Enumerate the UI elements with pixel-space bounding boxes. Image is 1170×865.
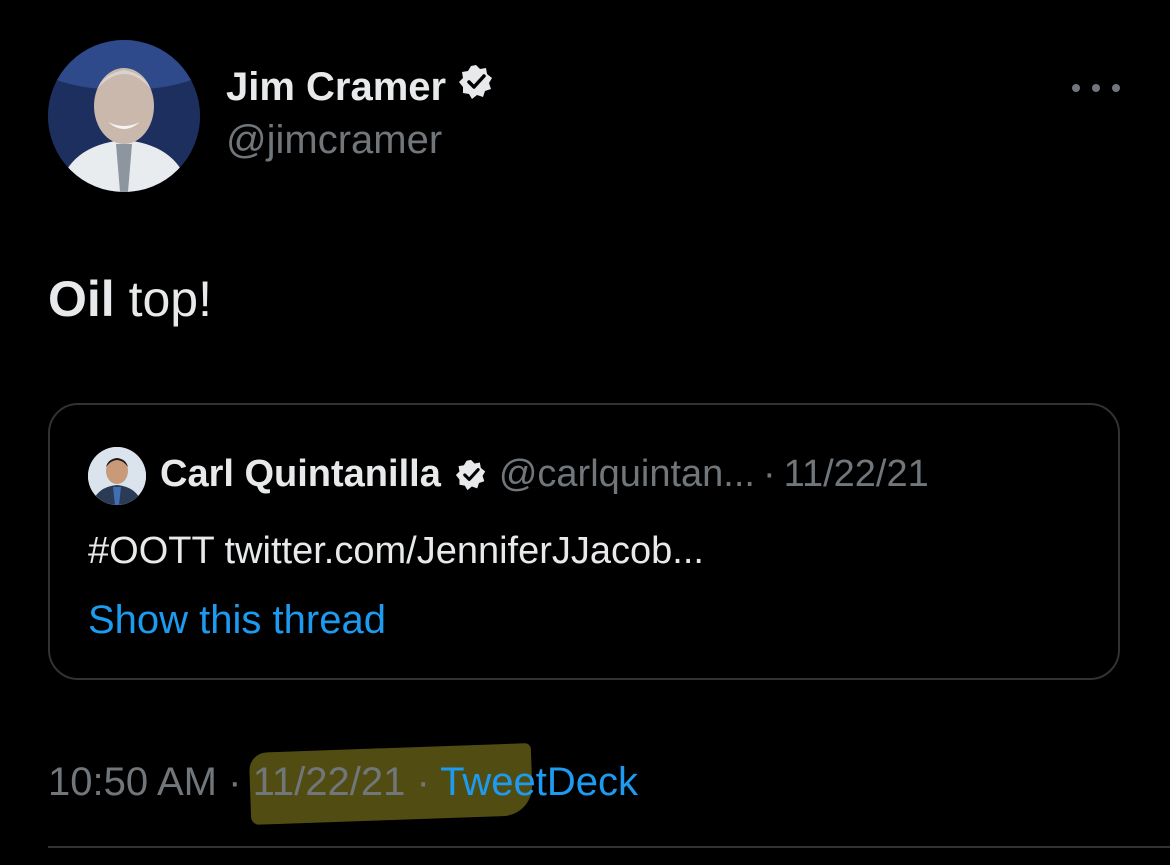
quoted-author-avatar[interactable] (88, 447, 146, 505)
quoted-author-handle[interactable]: @carlquintan... (499, 453, 755, 496)
author-name[interactable]: Jim Cramer (226, 64, 494, 110)
quoted-tweet-text[interactable]: #OOTT twitter.com/JenniferJJacob... (88, 530, 704, 573)
tweet-text-bold: Oil (48, 271, 115, 327)
quoted-tweet-card[interactable]: Carl Quintanilla @carlquintan... · 11/22… (48, 403, 1120, 680)
author-avatar[interactable] (48, 40, 200, 192)
more-dot (1112, 84, 1120, 92)
author-name-text[interactable]: Jim Cramer (226, 65, 446, 110)
divider (48, 846, 1170, 848)
quoted-date[interactable]: 11/22/21 (784, 453, 929, 496)
quoted-author-name[interactable]: Carl Quintanilla (160, 453, 441, 496)
tweet-metadata: 10:50 AM · 11/22/21 · TweetDeck (48, 760, 638, 805)
verified-badge-icon (458, 64, 494, 110)
quoted-tweet-header: Carl Quintanilla @carlquintan... · 11/22… (160, 453, 929, 496)
tweet-text-rest: top! (114, 271, 212, 327)
tweet-date[interactable]: 11/22/21 (253, 760, 406, 804)
show-this-thread-link[interactable]: Show this thread (88, 598, 386, 643)
verified-badge-icon (455, 459, 487, 491)
more-options-icon[interactable] (1072, 80, 1120, 96)
author-handle[interactable]: @jimcramer (226, 118, 442, 163)
quoted-separator: · (762, 453, 776, 495)
tweet-text: Oil top! (48, 270, 212, 328)
meta-separator: · (228, 760, 242, 804)
more-dot (1092, 84, 1100, 92)
tweet-time[interactable]: 10:50 AM (48, 760, 217, 804)
more-dot (1072, 84, 1080, 92)
tweet-source-link[interactable]: TweetDeck (440, 760, 638, 804)
meta-separator: · (416, 760, 430, 804)
